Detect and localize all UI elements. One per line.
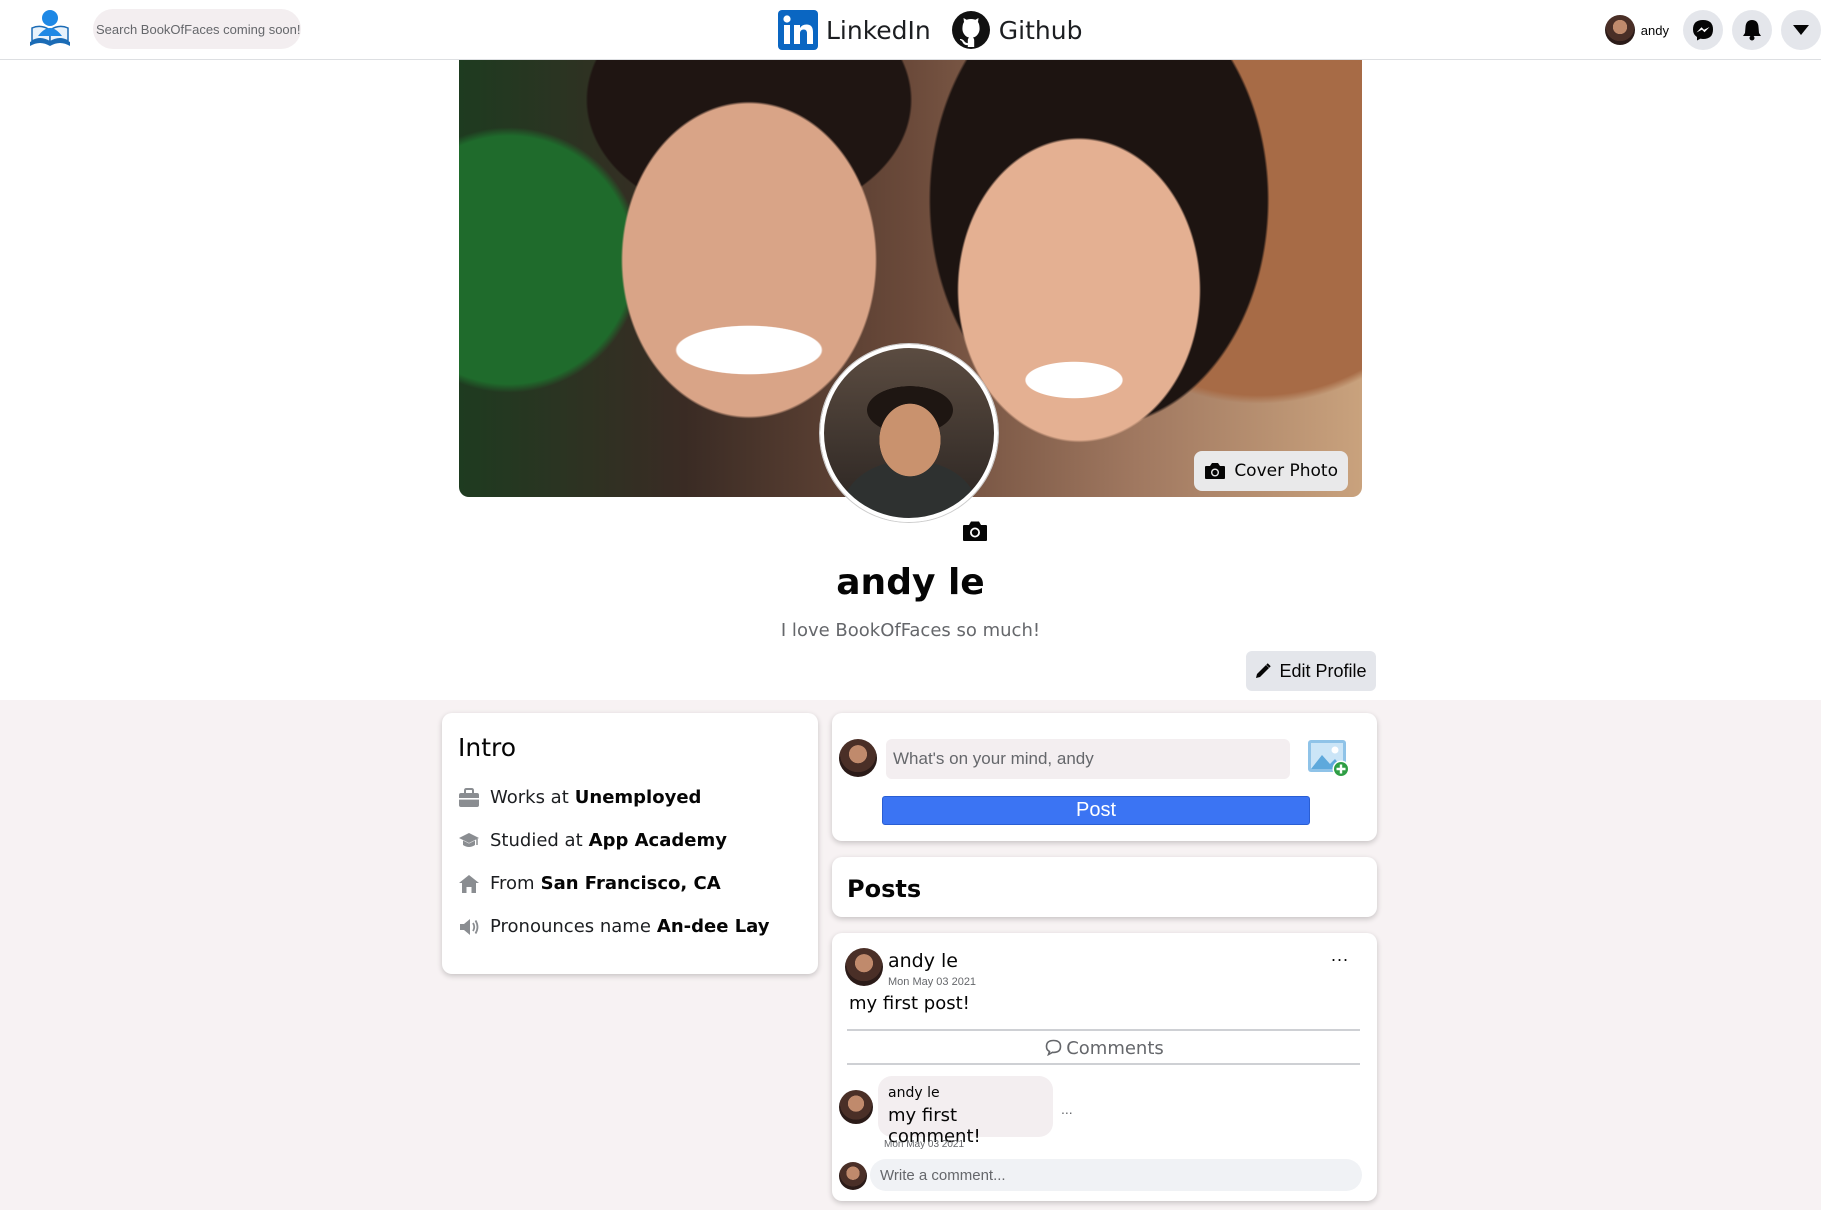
intro-row-hometown: From San Francisco, CA	[458, 862, 802, 905]
profile-header: Cover Photo andy le I love BookOfFaces s…	[0, 60, 1821, 700]
post-options-button[interactable]: ...	[1331, 945, 1349, 966]
comment-input[interactable]	[870, 1159, 1362, 1191]
post-composer: Post	[832, 713, 1377, 841]
avatar[interactable]	[845, 948, 883, 986]
messenger-button[interactable]	[1683, 10, 1723, 50]
intro-value: San Francisco, CA	[540, 873, 721, 894]
pencil-icon	[1256, 663, 1272, 678]
divider	[847, 1029, 1360, 1031]
intro-label: From	[490, 873, 535, 894]
comment-author[interactable]: andy le	[888, 1085, 1043, 1101]
post-date: Mon May 03 2021	[888, 976, 977, 988]
edit-profile-label: Edit Profile	[1279, 660, 1367, 681]
linkedin-icon	[778, 10, 818, 50]
comment-options-button[interactable]: ...	[1061, 1101, 1073, 1117]
linkedin-link[interactable]: LinkedIn	[778, 10, 931, 50]
account-menu-button[interactable]	[1781, 10, 1821, 50]
post-author[interactable]: andy le	[888, 950, 958, 972]
camera-icon	[1205, 463, 1226, 479]
post-card: andy le Mon May 03 2021 ... my first pos…	[832, 933, 1377, 1201]
github-label: Github	[998, 15, 1083, 45]
intro-label: Studied at	[490, 830, 583, 851]
add-photo-icon[interactable]	[1306, 737, 1352, 779]
posts-header: Posts	[832, 857, 1377, 917]
comment-icon	[1045, 1039, 1062, 1056]
post-button[interactable]: Post	[882, 796, 1310, 825]
notifications-button[interactable]	[1732, 10, 1772, 50]
comment-date: Mon May 03 2021	[884, 1139, 965, 1150]
caret-down-icon	[1793, 25, 1809, 35]
profile-avatar[interactable]	[820, 344, 998, 522]
github-link[interactable]: Github	[951, 10, 1083, 50]
cover-photo-button-label: Cover Photo	[1234, 461, 1338, 481]
avatar	[839, 1162, 867, 1190]
book-logo-icon[interactable]	[26, 6, 74, 50]
divider	[847, 1063, 1360, 1065]
profile-bio: I love BookOfFaces so much!	[780, 620, 1041, 641]
external-links: LinkedIn Github	[778, 9, 1102, 51]
avatar	[839, 739, 877, 777]
top-navbar: LinkedIn Github andy	[0, 0, 1821, 60]
intro-label: Pronounces name	[490, 916, 651, 937]
nav-user-name: andy	[1640, 22, 1669, 38]
camera-icon[interactable]	[962, 520, 988, 542]
intro-value: Unemployed	[574, 787, 702, 808]
intro-row-pronunciation: Pronounces name An-dee Lay	[458, 905, 802, 948]
comments-label: Comments	[1066, 1038, 1164, 1059]
edit-profile-button[interactable]: Edit Profile	[1246, 651, 1376, 691]
post-body: my first post!	[849, 993, 970, 1014]
intro-card: Intro Works at Unemployed Studied at App…	[442, 713, 818, 974]
avatar	[1604, 15, 1635, 45]
cover-photo-button[interactable]: Cover Photo	[1194, 451, 1348, 491]
intro-value: App Academy	[588, 830, 727, 851]
intro-row-education: Studied at App Academy	[458, 819, 802, 862]
messenger-icon	[1693, 20, 1713, 41]
comments-toggle[interactable]: Comments	[832, 1038, 1377, 1059]
nav-user-chip[interactable]: andy	[1604, 15, 1669, 45]
speaker-icon	[460, 918, 479, 935]
nav-right-group: andy	[1604, 0, 1821, 60]
profile-name: andy le	[836, 562, 985, 603]
graduation-cap-icon	[459, 832, 479, 847]
linkedin-label: LinkedIn	[826, 15, 931, 45]
search-input[interactable]	[93, 9, 301, 49]
briefcase-icon	[459, 787, 479, 807]
intro-value: An-dee Lay	[656, 916, 770, 937]
intro-title: Intro	[458, 733, 517, 762]
intro-label: Works at	[490, 787, 569, 808]
comment-bubble: andy le my first comment!	[878, 1076, 1053, 1147]
bell-icon	[1743, 20, 1761, 41]
house-icon	[459, 874, 479, 893]
intro-row-work: Works at Unemployed	[458, 776, 802, 819]
post-input[interactable]	[886, 739, 1290, 779]
github-icon	[951, 11, 990, 49]
posts-title: Posts	[847, 875, 922, 903]
avatar[interactable]	[839, 1090, 873, 1124]
